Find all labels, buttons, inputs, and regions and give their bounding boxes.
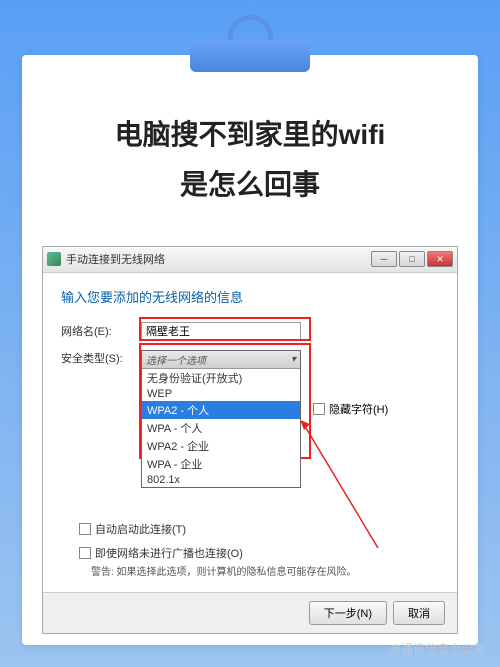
dropdown-option[interactable]: WEP [142, 387, 300, 401]
dropdown-option[interactable]: 无身份验证(开放式) [142, 369, 300, 387]
dropdown-options-list: 无身份验证(开放式) WEP WPA2 - 个人 WPA - 个人 WPA2 -… [142, 368, 300, 487]
minimize-button[interactable]: ─ [371, 251, 397, 267]
window-titlebar: 手动连接到无线网络 ─ □ ✕ [43, 247, 457, 273]
maximize-button[interactable]: □ [399, 251, 425, 267]
auto-connect-label: 自动启动此连接(T) [95, 521, 186, 537]
connect-hidden-checkbox[interactable] [79, 547, 91, 559]
dropdown-selected-display[interactable]: 选择一个选项 ▾ [142, 351, 300, 368]
window-body: 输入您要添加的无线网络的信息 网络名(E): 安全类型(S): 选择一个选项 ▾… [43, 273, 457, 592]
chevron-down-icon: ▾ [291, 354, 296, 365]
window-controls: ─ □ ✕ [371, 251, 453, 267]
connect-hidden-label: 即使网络未进行广播也连接(O) [95, 545, 243, 561]
watermark: @通讯信息小公举 [389, 640, 485, 657]
dropdown-option[interactable]: WPA - 企业 [142, 455, 300, 473]
auto-connect-checkbox[interactable] [79, 523, 91, 535]
clipboard-paper: 电脑搜不到家里的wifi 是怎么回事 手动连接到无线网络 ─ □ ✕ 输入您要添… [22, 55, 478, 645]
clipboard-clip [190, 15, 310, 75]
windows-dialog: 手动连接到无线网络 ─ □ ✕ 输入您要添加的无线网络的信息 网络名(E): 安… [42, 246, 458, 634]
security-type-dropdown[interactable]: 选择一个选项 ▾ 无身份验证(开放式) WEP WPA2 - 个人 WPA - … [141, 350, 301, 488]
hide-chars-label: 隐藏字符(H) [329, 401, 388, 417]
network-name-input[interactable] [141, 322, 301, 341]
page-title: 电脑搜不到家里的wifi 是怎么回事 [42, 110, 458, 211]
window-icon [47, 252, 61, 266]
instruction-text: 输入您要添加的无线网络的信息 [61, 287, 439, 306]
label-network-name: 网络名(E): [61, 323, 141, 339]
title-line-2: 是怎么回事 [42, 160, 458, 210]
close-button[interactable]: ✕ [427, 251, 453, 267]
window-footer: 下一步(N) 取消 [43, 592, 457, 633]
dropdown-option[interactable]: WPA2 - 个人 [142, 401, 300, 419]
cancel-button[interactable]: 取消 [393, 601, 445, 625]
title-line-1: 电脑搜不到家里的wifi [42, 110, 458, 160]
label-security-type: 安全类型(S): [61, 350, 141, 366]
dropdown-option[interactable]: WPA - 个人 [142, 419, 300, 437]
next-button[interactable]: 下一步(N) [309, 601, 387, 625]
dropdown-option[interactable]: 802.1x [142, 473, 300, 487]
window-title: 手动连接到无线网络 [66, 251, 165, 267]
hide-chars-checkbox-row: 隐藏字符(H) [313, 401, 388, 417]
dropdown-option[interactable]: WPA2 - 企业 [142, 437, 300, 455]
hide-chars-checkbox[interactable] [313, 403, 325, 415]
warning-text: 警告: 如果选择此选项，则计算机的隐私信息可能存在风险。 [91, 563, 439, 578]
